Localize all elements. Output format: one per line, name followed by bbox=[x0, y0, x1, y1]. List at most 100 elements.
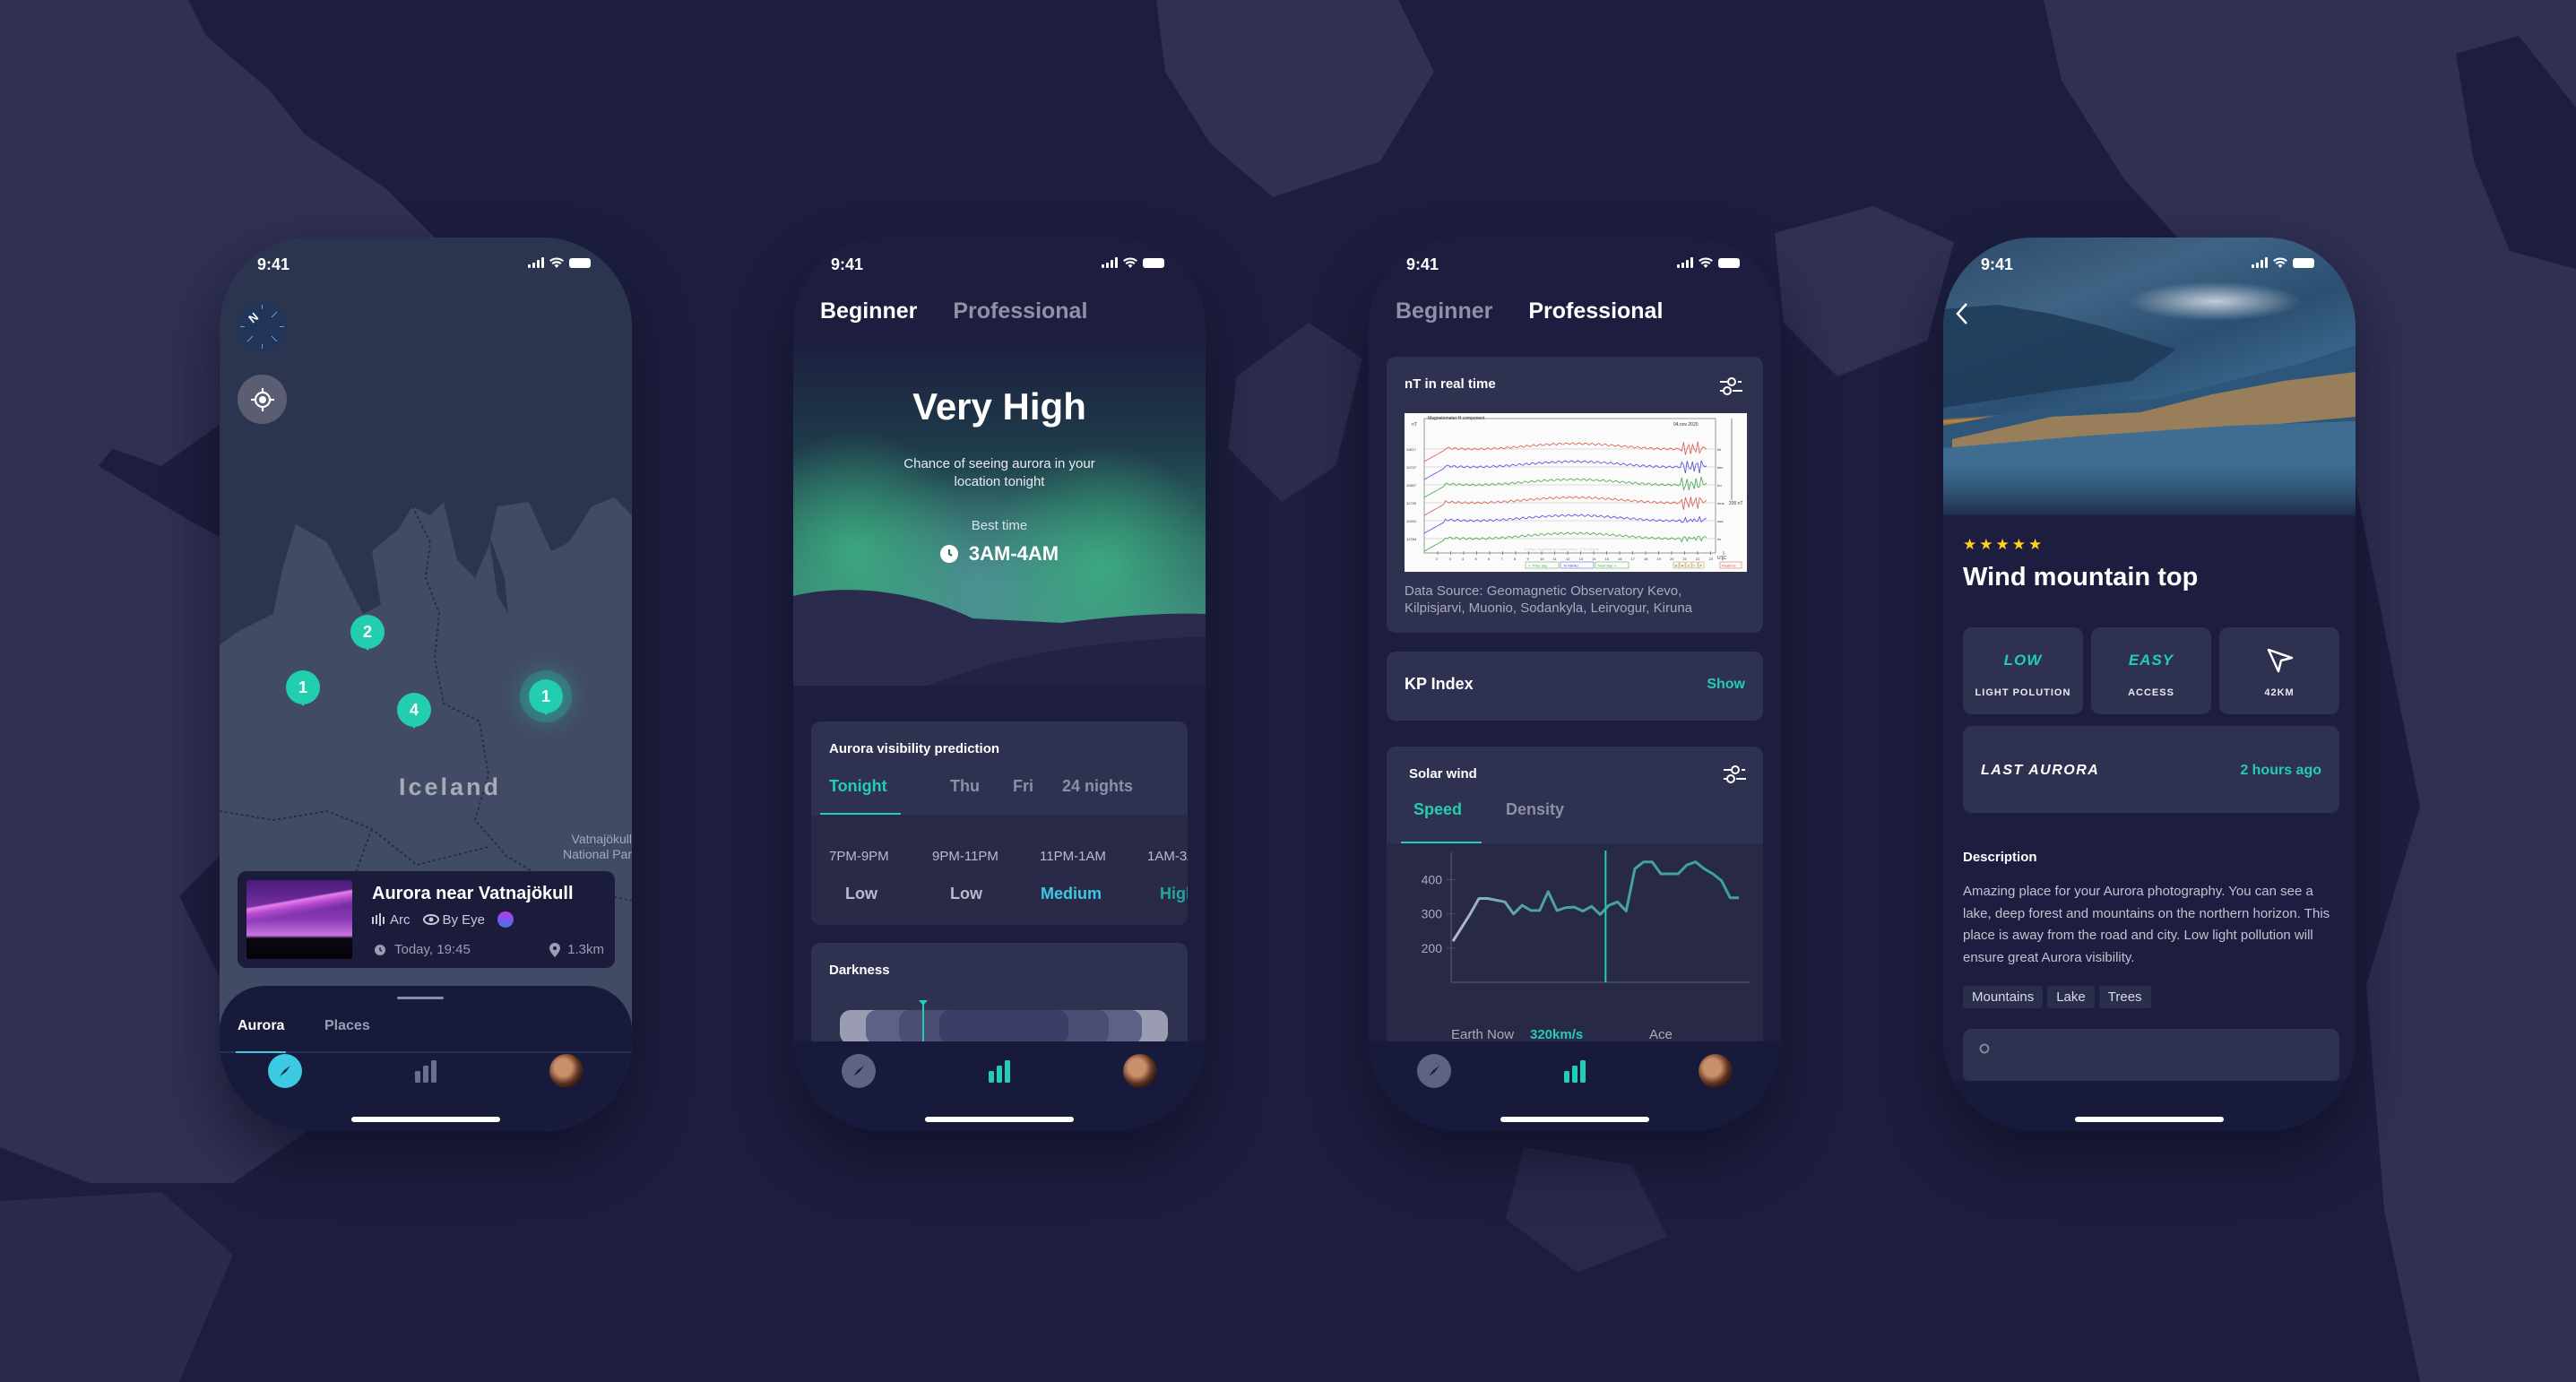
map-compass[interactable]: N bbox=[238, 302, 287, 351]
compass-icon bbox=[853, 1066, 864, 1076]
filter-sliders-icon[interactable] bbox=[1724, 764, 1747, 784]
home-indicator[interactable] bbox=[1500, 1117, 1649, 1122]
home-indicator[interactable] bbox=[351, 1117, 500, 1122]
map-pin-cluster[interactable]: 1 bbox=[286, 670, 320, 704]
mag-component-button[interactable]: D bbox=[1675, 564, 1678, 568]
tab-aurora[interactable]: Aurora bbox=[238, 1018, 284, 1034]
tab-24-nights[interactable]: 24 nights bbox=[1062, 777, 1133, 796]
locate-me-button[interactable] bbox=[238, 375, 287, 424]
nav-profile-button[interactable] bbox=[1123, 1054, 1157, 1088]
clock-icon bbox=[939, 545, 958, 563]
prediction-card-title: Aurora visibility prediction bbox=[829, 741, 1000, 756]
arc-type-icon bbox=[372, 913, 385, 926]
location-pin-icon bbox=[549, 942, 561, 957]
signal-icon bbox=[1102, 257, 1118, 268]
nav-stats-button[interactable] bbox=[1558, 1054, 1592, 1088]
last-aurora-value: 2 hours ago bbox=[2240, 763, 2321, 778]
status-bar: 9:41 bbox=[220, 238, 632, 291]
stat-distance[interactable]: 42KM bbox=[2219, 627, 2339, 714]
stat-access: EASY ACCESS bbox=[2091, 627, 2211, 714]
solar-wind-title: Solar wind bbox=[1409, 766, 1477, 782]
tab-density[interactable]: Density bbox=[1506, 800, 1564, 819]
nav-explore-button[interactable] bbox=[1417, 1054, 1451, 1088]
star-icon: ★ bbox=[2028, 536, 2043, 553]
mag-station-label: sod bbox=[1717, 519, 1723, 523]
map-pin-cluster[interactable]: 2 bbox=[350, 615, 385, 649]
mag-hour-tick: 12 bbox=[1566, 557, 1570, 561]
tag[interactable]: Lake bbox=[2047, 986, 2095, 1008]
map-pin-cluster-selected[interactable]: 1 bbox=[529, 679, 563, 713]
mag-baseline-label: 10727 bbox=[1406, 465, 1417, 470]
mag-hour-tick: 18 bbox=[1644, 557, 1648, 561]
status-time: 9:41 bbox=[1981, 255, 2014, 273]
landmass bbox=[1506, 1147, 1667, 1273]
mag-component-button[interactable]: I bbox=[1694, 564, 1695, 568]
back-chevron-icon[interactable] bbox=[1954, 300, 1972, 327]
slot-time: 11PM-1AM bbox=[1040, 849, 1106, 864]
y-tick-label: 200 bbox=[1422, 941, 1443, 955]
slot-level: Medium bbox=[1041, 885, 1102, 903]
mag-hour-tick: 15 bbox=[1605, 557, 1610, 561]
magnetometer-chart[interactable]: Magnetometer H component nT 04.nov 2020 … bbox=[1405, 413, 1747, 572]
home-indicator[interactable] bbox=[925, 1117, 1074, 1122]
sheet-drag-handle[interactable] bbox=[397, 997, 444, 999]
mag-realtime-button[interactable]: Realtime bbox=[1722, 564, 1737, 568]
compass-icon bbox=[1429, 1066, 1439, 1076]
nav-profile-button[interactable] bbox=[1699, 1054, 1733, 1088]
mag-hour-tick: 19 bbox=[1657, 557, 1662, 561]
star-icon: ★ bbox=[1995, 536, 2010, 553]
landmass bbox=[1775, 206, 1954, 376]
status-time: 9:41 bbox=[1406, 255, 1439, 273]
kp-show-button[interactable]: Show bbox=[1707, 677, 1745, 693]
nav-stats-button[interactable] bbox=[409, 1054, 443, 1088]
nav-explore-button[interactable] bbox=[268, 1054, 302, 1088]
darkness-timeline[interactable] bbox=[840, 1010, 1168, 1044]
nav-stats-button[interactable] bbox=[982, 1054, 1016, 1088]
mag-station-label: kil bbox=[1717, 447, 1721, 452]
best-time-value: 3AM-4AM bbox=[968, 542, 1059, 565]
home-indicator[interactable] bbox=[2075, 1117, 2224, 1122]
aurora-sighting-card[interactable]: Aurora near Vatnajökull Arc By Eye Today… bbox=[238, 871, 615, 968]
description-text: Amazing place for your Aurora photograph… bbox=[1963, 884, 2330, 965]
last-aurora-label: LAST AURORA bbox=[1981, 763, 2100, 778]
tab-fri[interactable]: Fri bbox=[1013, 777, 1033, 796]
tab-tonight[interactable]: Tonight bbox=[829, 777, 887, 796]
earth-now-value: 320km/s bbox=[1530, 1027, 1584, 1042]
slot-time: 9PM-11PM bbox=[932, 849, 998, 864]
tab-professional[interactable]: Professional bbox=[1528, 298, 1663, 324]
mag-nav-button[interactable]: To MENU bbox=[1563, 564, 1578, 568]
compass-icon bbox=[280, 1066, 290, 1076]
tab-places[interactable]: Places bbox=[324, 1018, 370, 1034]
tab-beginner[interactable]: Beginner bbox=[820, 298, 917, 324]
tab-beginner[interactable]: Beginner bbox=[1396, 298, 1492, 324]
mag-scale-label: 200 nT bbox=[1729, 501, 1743, 506]
tab-thu[interactable]: Thu bbox=[950, 777, 980, 796]
mag-component-button[interactable]: H bbox=[1681, 564, 1684, 568]
navigation-arrow-icon bbox=[2267, 648, 2294, 673]
aurora-distance: 1.3km bbox=[567, 942, 604, 957]
tag[interactable]: Trees bbox=[2098, 986, 2151, 1008]
tab-speed[interactable]: Speed bbox=[1413, 800, 1462, 819]
bar-chart-icon bbox=[989, 1060, 1010, 1083]
mag-hour-tick: 21 bbox=[1683, 557, 1688, 561]
aurora-type: Arc bbox=[390, 911, 411, 928]
map-pin-cluster[interactable]: 4 bbox=[397, 693, 431, 727]
nav-profile-button[interactable] bbox=[549, 1054, 583, 1088]
mag-baseline-label: 11735 bbox=[1406, 501, 1417, 505]
phone-place-detail-screen: 9:41 ★ ★ ★ ★ ★ Wind mountain top LOW LIGHT P… bbox=[1943, 238, 2356, 1131]
bottom-search-bar[interactable] bbox=[1963, 1029, 2339, 1083]
filter-sliders-icon[interactable] bbox=[1720, 376, 1743, 396]
solar-wind-speed-chart[interactable]: 200 300 400 bbox=[1387, 843, 1763, 1051]
tab-professional[interactable]: Professional bbox=[953, 298, 1087, 324]
kp-index-title: KP Index bbox=[1405, 675, 1474, 693]
mag-hour-tick: 20 bbox=[1670, 557, 1674, 561]
tag[interactable]: Mountains bbox=[1963, 986, 2044, 1008]
nav-explore-button[interactable] bbox=[842, 1054, 876, 1088]
darkness-current-time-marker[interactable] bbox=[918, 1000, 928, 1043]
prediction-tabs: Tonight Thu Fri 24 nights bbox=[811, 762, 1188, 811]
magnetometer-card-title: nT in real time bbox=[1405, 376, 1496, 392]
mag-nav-button[interactable]: <- Prev. day bbox=[1528, 564, 1547, 568]
clock-icon bbox=[375, 944, 385, 955]
mag-nav-button[interactable]: Next day -> bbox=[1598, 564, 1617, 568]
status-bar: 9:41 bbox=[1943, 238, 2356, 291]
